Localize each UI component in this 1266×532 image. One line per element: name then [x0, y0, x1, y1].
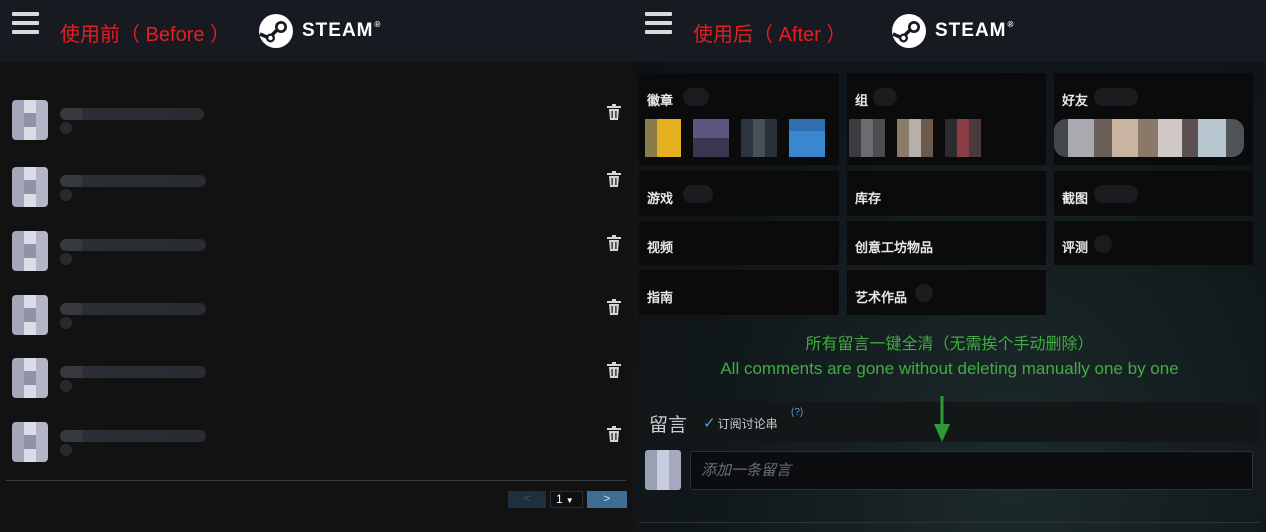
avatar — [12, 358, 48, 398]
comment-row — [10, 358, 625, 398]
badge-thumbnail — [693, 119, 729, 157]
divider — [6, 480, 626, 481]
steam-logo[interactable]: STEAM® — [891, 13, 1014, 49]
blurred-comment-text — [60, 303, 206, 315]
trash-icon[interactable] — [607, 104, 621, 120]
tile-label: 游戏 — [647, 191, 674, 206]
blurred-comment-text — [60, 175, 206, 187]
comment-row — [10, 167, 625, 207]
trash-icon[interactable] — [607, 171, 621, 187]
chevron-down-icon: ▼ — [565, 496, 574, 505]
blurred-comment-text — [60, 189, 72, 201]
annotation-english: All comments are gone without deleting m… — [720, 359, 1179, 378]
group-thumbnail — [945, 119, 981, 157]
steam-header: 使用后（ After ） STEAM® — [633, 0, 1266, 62]
steam-logo[interactable]: STEAM® — [258, 13, 381, 49]
blurred-count — [873, 88, 897, 106]
steam-wordmark: STEAM® — [935, 20, 1015, 41]
tile-label: 徽章 — [647, 93, 674, 108]
avatar — [12, 422, 48, 462]
blurred-comment-text — [60, 444, 72, 456]
divider — [639, 522, 1260, 523]
tile-games[interactable]: 游戏 — [639, 171, 839, 216]
comment-row — [10, 231, 625, 271]
tile-videos[interactable]: 视频 — [639, 221, 839, 265]
blurred-comment-text — [60, 122, 72, 134]
tile-label: 组 — [855, 93, 869, 108]
badge-thumbnail — [789, 119, 825, 157]
tile-label: 指南 — [647, 290, 674, 305]
comment-row — [10, 422, 625, 462]
tile-artwork[interactable]: 艺术作品 — [847, 270, 1046, 315]
avatar — [12, 295, 48, 335]
tile-inventory[interactable]: 库存 — [847, 171, 1046, 216]
tile-label: 评测 — [1062, 240, 1089, 255]
trash-icon[interactable] — [607, 235, 621, 251]
tile-label: 创意工坊物品 — [855, 240, 934, 255]
after-caption: 使用后（ After ） — [693, 24, 847, 46]
friends-thumbnails — [1054, 119, 1244, 157]
blurred-comment-text — [60, 430, 206, 442]
blurred-comment-text — [60, 239, 206, 251]
arrow-down-icon — [934, 396, 950, 442]
tile-screenshots[interactable]: 截图 — [1054, 171, 1253, 216]
trash-icon[interactable] — [607, 362, 621, 378]
blurred-count — [1094, 185, 1138, 203]
subscribe-label: 订阅讨论串 — [717, 417, 778, 431]
pagination-prev-button[interactable]: < — [508, 491, 546, 508]
blurred-comment-text — [60, 366, 206, 378]
comments-title: 留言 — [649, 415, 688, 436]
trash-icon[interactable] — [607, 426, 621, 442]
steam-logo-icon — [892, 14, 926, 48]
checkmark-icon: ✓ — [703, 414, 716, 432]
blurred-count — [683, 185, 713, 203]
avatar — [12, 100, 48, 140]
tile-reviews[interactable]: 评测 — [1054, 221, 1253, 265]
comment-row — [10, 295, 625, 335]
avatar — [12, 231, 48, 271]
tile-guides[interactable]: 指南 — [639, 270, 839, 315]
menu-icon[interactable] — [12, 12, 39, 34]
comment-input[interactable] — [690, 451, 1253, 490]
blurred-comment-text — [60, 317, 72, 329]
tile-groups[interactable]: 组 — [847, 73, 1046, 165]
avatar — [645, 450, 681, 490]
pagination-page-select[interactable]: 1 ▼ — [550, 491, 583, 508]
tile-label: 截图 — [1062, 191, 1089, 206]
badge-thumbnail — [741, 119, 777, 157]
help-link[interactable]: (?) — [791, 407, 803, 418]
blurred-comment-text — [60, 253, 72, 265]
before-caption: 使用前（ Before ） — [60, 24, 231, 46]
tile-workshop[interactable]: 创意工坊物品 — [847, 221, 1046, 265]
blurred-count — [915, 284, 933, 302]
group-thumbnail — [897, 119, 933, 157]
steam-header: 使用前（ Before ） STEAM® — [0, 0, 633, 62]
tile-friends[interactable]: 好友 — [1054, 73, 1253, 165]
badge-thumbnail — [645, 119, 681, 157]
annotation-chinese: 所有留言一键全清（无需挨个手动删除） — [805, 336, 1094, 353]
steam-logo-icon — [259, 14, 293, 48]
avatar — [12, 167, 48, 207]
blurred-comment-text — [60, 108, 204, 120]
blurred-count — [1094, 88, 1138, 106]
tile-badges[interactable]: 徽章 — [639, 73, 839, 165]
pagination-next-button[interactable]: > — [587, 491, 627, 508]
before-panel: 使用前（ Before ） STEAM® < 1 ▼ > — [0, 0, 633, 532]
blurred-count — [1094, 235, 1112, 253]
group-thumbnail — [849, 119, 885, 157]
tile-label: 库存 — [855, 191, 882, 206]
blurred-comment-text — [60, 380, 72, 392]
subscribe-checkbox[interactable]: ✓ 订阅讨论串 — [703, 415, 778, 432]
tile-label: 艺术作品 — [855, 290, 908, 305]
trash-icon[interactable] — [607, 299, 621, 315]
blurred-count — [683, 88, 709, 106]
after-panel: 使用后（ After ） STEAM® 徽章 组 好友 游戏 库存 截图 视频 … — [633, 0, 1266, 532]
comment-row — [10, 100, 625, 140]
steam-wordmark: STEAM® — [302, 20, 382, 41]
tile-label: 视频 — [647, 240, 674, 255]
tile-label: 好友 — [1062, 93, 1089, 108]
menu-icon[interactable] — [645, 12, 672, 34]
